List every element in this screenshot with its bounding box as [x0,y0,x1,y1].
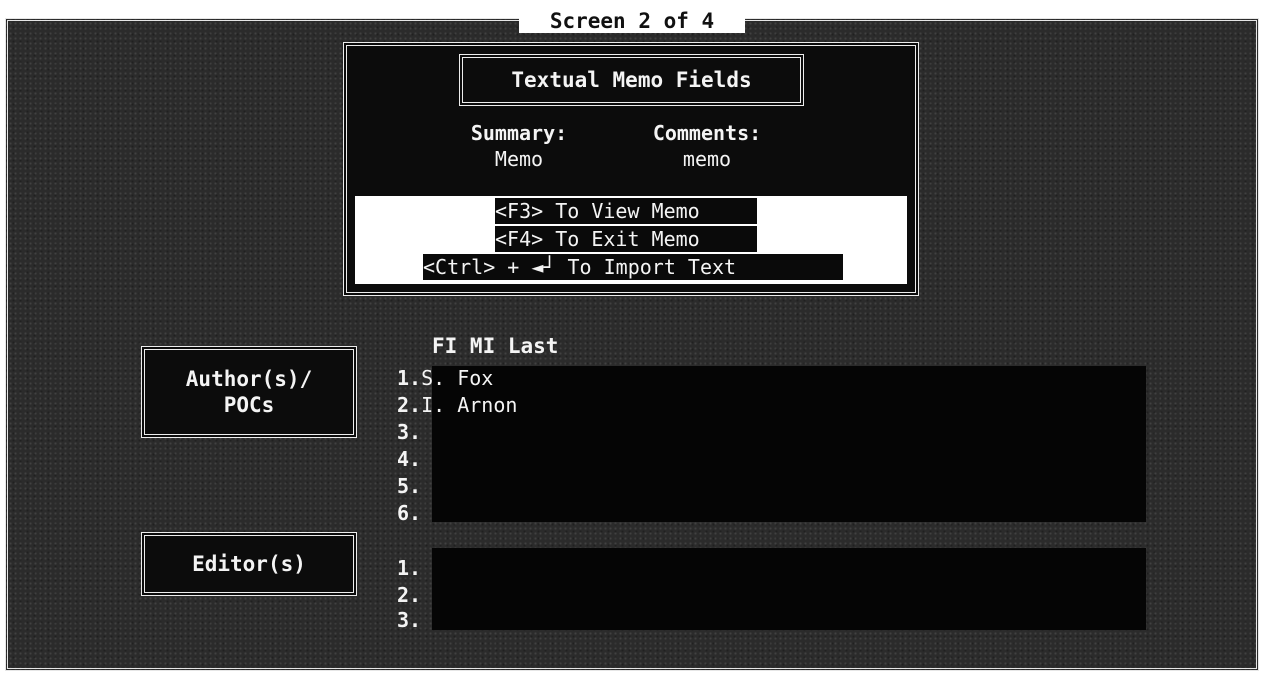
summary-value[interactable]: Memo [439,146,599,172]
authors-entry-area[interactable] [432,366,1146,522]
editor-row-number: 1. [397,556,422,580]
comments-label: Comments: [652,121,762,145]
summary-field[interactable]: Summary: Memo [439,120,599,172]
author-row-number: 4. [397,447,422,471]
author-row-number: 3. [397,420,422,444]
key-help-import-text: <Ctrl> + ◄┘ To Import Text [423,254,843,280]
author-row[interactable]: 2.I. Arnon [397,393,517,421]
author-row-number: 1. [397,366,422,390]
author-row[interactable]: 3. [397,420,421,448]
comments-field[interactable]: Comments: memo [627,120,787,172]
author-row[interactable]: 6. [397,501,421,529]
key-help-exit-memo: <F4> To Exit Memo [495,226,757,252]
author-row-number: 6. [397,501,422,525]
memo-panel-title: Textual Memo Fields [459,54,804,106]
editor-row[interactable]: 3. [397,608,421,636]
name-column-header: FI MI Last [432,334,559,358]
authors-button[interactable]: Author(s)/ POCs [141,346,357,438]
editors-button[interactable]: Editor(s) [141,532,357,596]
editor-row[interactable]: 1. [397,556,421,584]
editors-entry-area[interactable] [432,548,1146,630]
editor-row-number: 3. [397,608,422,632]
screen-title: Screen 2 of 4 [519,9,745,33]
author-row[interactable]: 4. [397,447,421,475]
key-help-view-memo: <F3> To View Memo [495,198,757,224]
author-row[interactable]: 5. [397,474,421,502]
author-name[interactable]: S. Fox [421,366,493,390]
form-screen: Screen 2 of 4 Textual Memo Fields Summar… [0,0,1264,678]
author-name[interactable]: I. Arnon [421,393,517,417]
editor-row-number: 2. [397,583,422,607]
author-row-number: 5. [397,474,422,498]
memo-panel: Textual Memo Fields Summary: Memo Commen… [343,42,919,296]
comments-value[interactable]: memo [627,146,787,172]
memo-key-help: <F3> To View Memo <F4> To Exit Memo <Ctr… [355,196,907,284]
editor-row[interactable]: 2. [397,583,421,611]
author-row[interactable]: 1.S. Fox [397,366,493,394]
author-row-number: 2. [397,393,422,417]
summary-label: Summary: [470,121,568,145]
